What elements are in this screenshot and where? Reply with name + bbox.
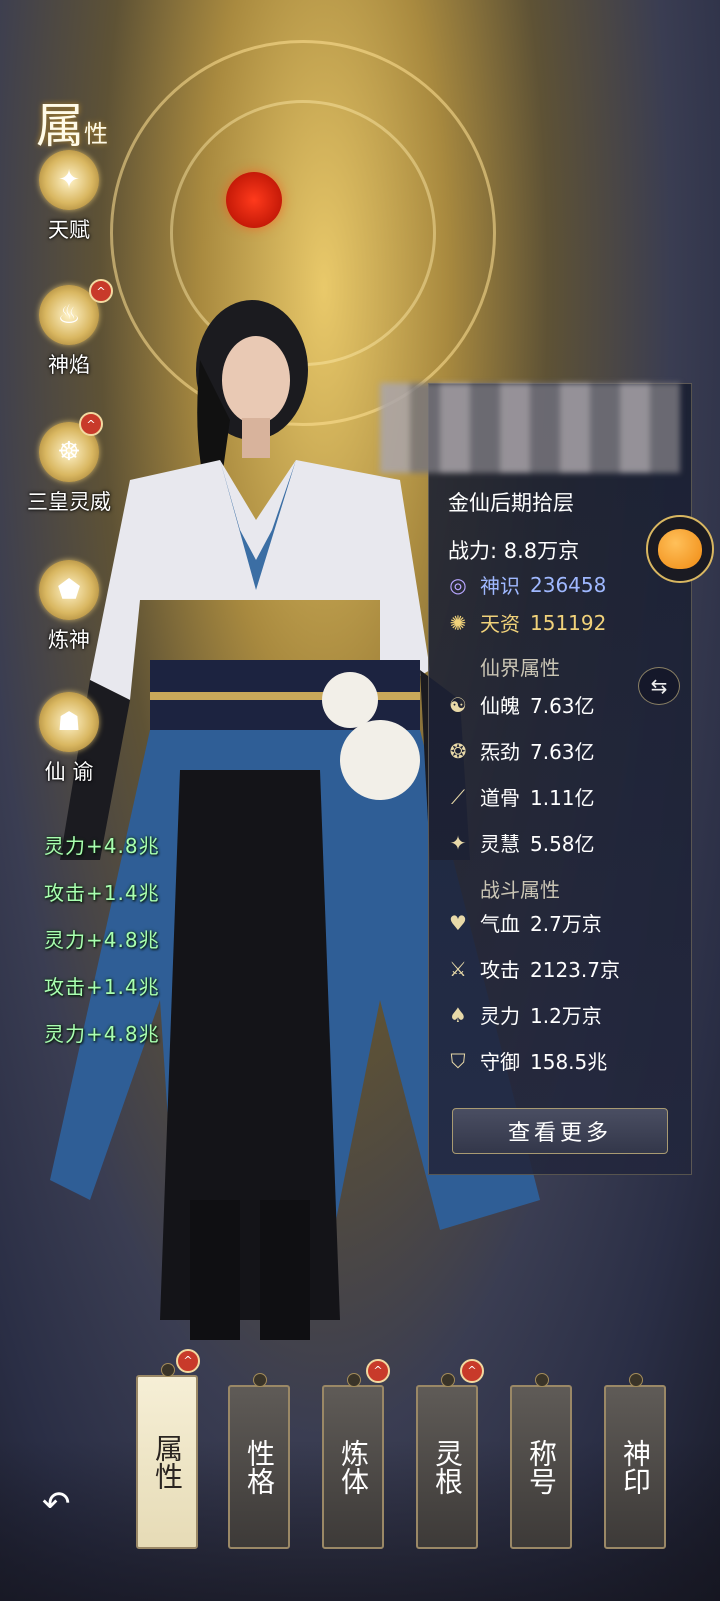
shield-icon: ⛉ [450, 1048, 466, 1073]
tab-knot [629, 1373, 643, 1387]
lotus-icon: ✺ [449, 610, 467, 635]
tab-divine-seal[interactable]: 神印 [604, 1373, 666, 1549]
meditate-icon: ☯ [449, 692, 467, 717]
notification-badge: ^ [89, 279, 113, 303]
sidebar-item-talent[interactable]: ✦ 天赋 [14, 150, 124, 244]
back-arrow-icon: ↶ [42, 1484, 71, 1524]
tab-attributes[interactable]: ^ 属性 [136, 1349, 200, 1549]
buff-list: 灵力+4.8兆 攻击+1.4兆 灵力+4.8兆 攻击+1.4兆 灵力+4.8兆 [44, 832, 160, 1067]
sage-orb-icon: ☸ ^ [39, 412, 103, 482]
tab-knot [347, 1373, 361, 1387]
sidebar-item-divine-flame[interactable]: ♨ ^ 神焰 [14, 279, 124, 379]
buff-item: 灵力+4.8兆 [44, 928, 160, 952]
heart-icon: ♥ [449, 910, 467, 935]
fire-swirl-icon: ❂ [449, 738, 467, 763]
spirit-flame-icon: ♠ [449, 1002, 467, 1027]
pumpkin-pet-icon [658, 529, 702, 569]
tab-knot [535, 1373, 549, 1387]
notification-badge: ^ [79, 412, 103, 436]
stat-shenshi: ◎ 神识 236458 [444, 570, 606, 599]
sidebar-item-three-emperors[interactable]: ☸ ^ 三皇灵威 [14, 412, 124, 516]
buff-item: 灵力+4.8兆 [44, 1022, 160, 1046]
section-title-immortal: 仙界属性 [480, 656, 560, 680]
back-button[interactable]: ↶ [42, 1484, 90, 1524]
red-sun-orb [226, 172, 282, 228]
swap-button[interactable]: ⇆ [638, 667, 680, 705]
tab-spirit-root[interactable]: ^ 灵根 [416, 1359, 484, 1549]
tab-knot [161, 1363, 175, 1377]
stat-row: ⛉ 守御 158.5兆 [444, 1046, 608, 1075]
tab-knot [253, 1373, 267, 1387]
page-title: 属性 [36, 98, 109, 154]
notification-badge: ^ [366, 1359, 390, 1383]
stat-row: ⚔ 攻击 2123.7京 [444, 954, 620, 983]
stat-row: ♠ 灵力 1.2万京 [444, 1000, 602, 1029]
notification-badge: ^ [460, 1359, 484, 1383]
crossed-swords-icon: ⚔ [449, 956, 467, 981]
meditation-pentagon-icon: ⬟ [39, 560, 99, 620]
immortal-statue-icon: ☗ [39, 692, 99, 752]
buff-item: 灵力+4.8兆 [44, 834, 160, 858]
tab-title[interactable]: 称号 [510, 1373, 572, 1549]
sparkle-icon: ✦ [449, 830, 467, 855]
sidebar-item-refine-spirit[interactable]: ⬟ 炼神 [14, 560, 124, 654]
section-title-battle: 战斗属性 [480, 878, 560, 902]
stat-row: ✦ 灵慧 5.58亿 [444, 828, 595, 857]
divine-sense-icon: ◎ [449, 572, 467, 597]
stat-row: ☯ 仙魄 7.63亿 [444, 690, 595, 719]
notification-badge: ^ [176, 1349, 200, 1373]
star-orb-icon: ✦ [39, 150, 99, 210]
pet-avatar[interactable] [646, 515, 714, 583]
combat-power: 战力: 8.8万京 [448, 539, 580, 563]
player-name-redacted [380, 383, 680, 473]
tab-body-refining[interactable]: ^ 炼体 [322, 1359, 390, 1549]
buff-item: 攻击+1.4兆 [44, 975, 160, 999]
tab-personality[interactable]: 性格 [228, 1373, 290, 1549]
stat-row: ⟋ 道骨 1.11亿 [444, 782, 595, 811]
bone-icon: ⟋ [451, 784, 465, 809]
stat-row: ♥ 气血 2.7万京 [444, 908, 602, 937]
view-more-button[interactable]: 查看更多 [452, 1108, 668, 1154]
cultivation-realm: 金仙后期拾层 [448, 491, 574, 515]
swap-arrows-icon: ⇆ [650, 674, 668, 698]
stat-row: ❂ 炁劲 7.63亿 [444, 736, 595, 765]
sidebar-item-immortal-decree[interactable]: ☗ 仙 谕 [14, 692, 124, 786]
stat-tianzi: ✺ 天资 151192 [444, 608, 607, 637]
flame-icon: ♨ ^ [39, 279, 113, 345]
buff-item: 攻击+1.4兆 [44, 881, 160, 905]
tab-knot [441, 1373, 455, 1387]
